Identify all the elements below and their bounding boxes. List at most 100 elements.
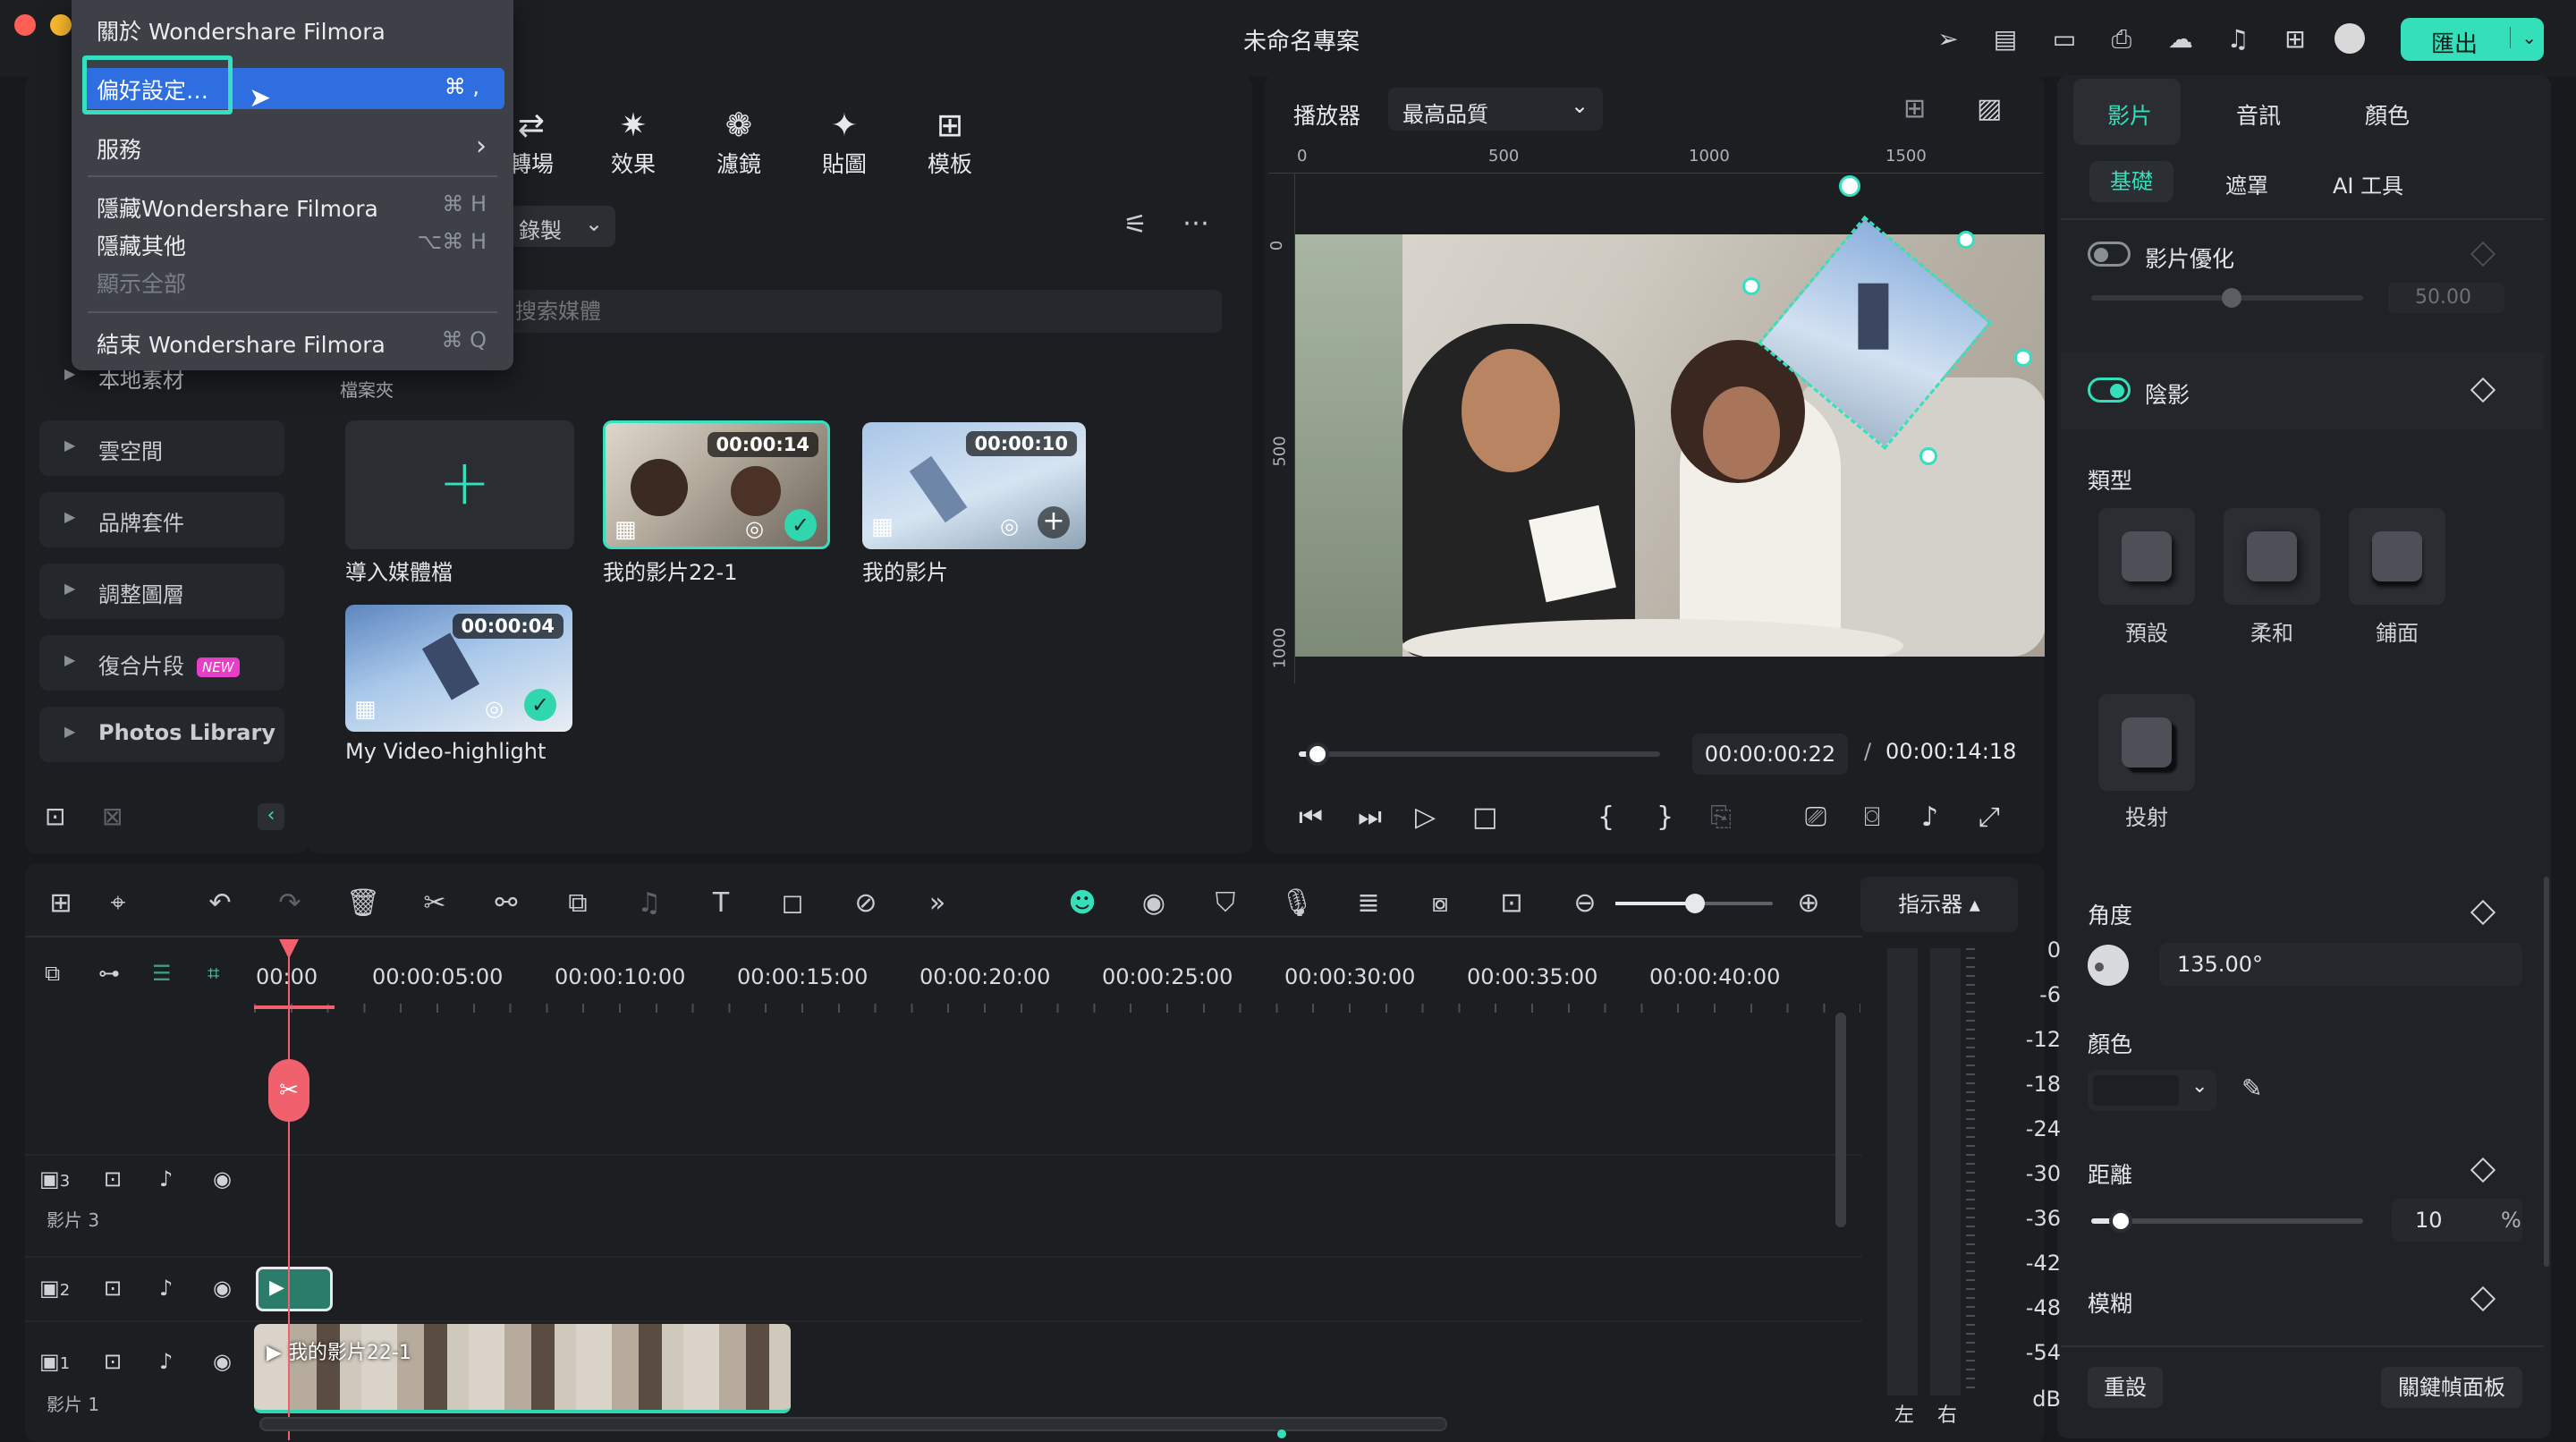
current-time-field[interactable]: 00:00:00:22 — [1692, 734, 1848, 775]
subtab-ai-tools[interactable]: AI 工具 — [2333, 168, 2403, 199]
select-tool-icon[interactable]: ⌖ — [98, 884, 138, 923]
lock-icon[interactable]: ⊡ — [104, 1166, 122, 1192]
shadow-type-default[interactable] — [2098, 508, 2195, 605]
send-icon[interactable]: ➢ — [1930, 21, 1966, 57]
reset-button[interactable]: 重設 — [2088, 1367, 2163, 1408]
detach-icon[interactable]: ⚯ — [487, 884, 526, 923]
angle-field[interactable]: 135.00° — [2159, 943, 2522, 986]
resize-handle[interactable] — [1919, 447, 1937, 465]
resize-handle[interactable] — [1742, 277, 1760, 295]
avatar[interactable] — [2334, 23, 2365, 54]
fullscreen-icon[interactable]: ⤢ — [1979, 802, 2000, 833]
sidebar-item-brand-kit[interactable]: ▶ 品牌套件 — [39, 492, 284, 547]
import-media-tile[interactable]: + — [345, 420, 574, 549]
marker-icon[interactable]: ⛉ — [1206, 884, 1245, 923]
mark-in-icon[interactable]: { — [1597, 802, 1614, 833]
tab-video[interactable]: 影片 — [2107, 98, 2152, 131]
shape-icon[interactable]: ◻ — [773, 884, 812, 923]
sidebar-item-compound-clip[interactable]: ▶ 復合片段 NEW — [39, 635, 284, 691]
subtab-mask[interactable]: 遮罩 — [2225, 168, 2268, 199]
quality-dropdown[interactable]: 最高品質 ⌄ — [1388, 88, 1603, 131]
new-folder-icon[interactable]: ⊡ — [45, 802, 65, 831]
minimize-window-button[interactable] — [50, 14, 72, 36]
undo-icon[interactable]: ↶ — [200, 884, 240, 923]
delete-icon[interactable]: 🗑 — [343, 884, 383, 923]
tab-stickers[interactable]: ✦ 貼圖 — [800, 106, 889, 179]
record-dropdown[interactable]: 錄製 ⌄ — [510, 206, 615, 247]
tab-effects[interactable]: ✷ 效果 — [589, 106, 678, 179]
mute-icon[interactable]: ♪ — [159, 1276, 173, 1301]
menu-item-hide-others[interactable]: 隱藏其他 — [97, 229, 186, 261]
tab-filters[interactable]: ❁ 濾鏡 — [694, 106, 784, 179]
mask-edit-icon[interactable]: ⊘ — [846, 884, 886, 923]
layout-icon[interactable]: ▭ — [2046, 21, 2082, 57]
video-enhance-toggle[interactable] — [2088, 242, 2131, 267]
step-forward-icon[interactable]: ⏭ — [1358, 802, 1382, 833]
playhead[interactable] — [288, 939, 290, 1440]
distance-slider[interactable] — [2091, 1209, 2363, 1233]
shadow-type-soft[interactable] — [2224, 508, 2320, 605]
step-back-icon[interactable]: ⏮ — [1299, 802, 1323, 833]
zoom-in-icon[interactable]: ⊕ — [1789, 884, 1828, 923]
track-manager-icon[interactable]: ☰ — [152, 961, 172, 986]
more-tools-icon[interactable]: » — [918, 884, 957, 923]
mute-icon[interactable]: ♪ — [159, 1349, 173, 1374]
snapshot-icon[interactable]: ⌼ — [1864, 802, 1880, 833]
resize-handle[interactable] — [1957, 231, 1975, 249]
horizontal-scrollbar[interactable] — [259, 1417, 1447, 1431]
tab-templates[interactable]: ⊞ 模板 — [905, 106, 995, 179]
media-search-input[interactable] — [501, 290, 1222, 333]
overlay-timeline-clip[interactable]: ▶ — [256, 1267, 333, 1311]
sidebar-item-cloud[interactable]: ▶ 雲空間 — [39, 420, 284, 476]
menu-item-services[interactable]: 服務 — [97, 132, 141, 165]
chevron-down-icon[interactable]: ⌄ — [2510, 27, 2537, 48]
more-options-icon[interactable]: ⋯ — [1182, 208, 1209, 239]
media-clip-thumbnail[interactable]: 00:00:10 ▦ ◎ + — [862, 422, 1086, 549]
sidebar-item-adjustment-layer[interactable]: ▶ 調整圖層 — [39, 564, 284, 619]
layout-grid-icon[interactable]: ⊞ — [41, 884, 80, 923]
grid-view-icon[interactable]: ⊞ — [1903, 93, 1926, 124]
subtab-basic[interactable]: 基礎 — [2089, 161, 2174, 202]
scrubber-handle[interactable] — [1306, 742, 1330, 766]
shadow-toggle[interactable] — [2088, 377, 2131, 403]
display-icon[interactable]: ⎚ — [1805, 802, 1826, 833]
zoom-out-icon[interactable]: ⊖ — [1565, 884, 1605, 923]
eye-icon[interactable]: ◉ — [213, 1276, 232, 1301]
tab-color[interactable]: 顏色 — [2365, 98, 2410, 131]
volume-icon[interactable]: ♪ — [1921, 802, 1938, 833]
fit-icon[interactable]: ⊡ — [1492, 884, 1531, 923]
media-clip-thumbnail[interactable]: 00:00:14 ▦ ◎ ✓ — [603, 420, 830, 549]
audio-mixer-icon[interactable]: ≣ — [1349, 884, 1388, 923]
panel-scrollbar[interactable] — [2544, 877, 2549, 1267]
link-icon[interactable]: ⊶ — [98, 961, 120, 986]
headset-icon[interactable]: ♫ — [2220, 21, 2256, 57]
eye-icon[interactable]: ◉ — [213, 1349, 232, 1374]
angle-dial[interactable] — [2088, 945, 2129, 986]
save-icon[interactable]: ⎙ — [2104, 21, 2140, 57]
collapse-sidebar-button[interactable]: ‹ — [258, 803, 284, 830]
shadow-type-tiled[interactable] — [2349, 508, 2445, 605]
project-icon[interactable]: ▤ — [1987, 21, 2023, 57]
keyframe-panel-button[interactable]: 關鍵幀面板 — [2381, 1367, 2522, 1408]
cloud-upload-icon[interactable]: ☁ — [2163, 21, 2199, 57]
add-to-timeline-button[interactable]: + — [1038, 506, 1070, 539]
resize-handle[interactable] — [2014, 349, 2032, 367]
microphone-icon[interactable]: 🎙 — [1277, 884, 1317, 923]
crop-icon[interactable]: ⧉ — [558, 884, 597, 923]
mute-icon[interactable]: ♪ — [159, 1166, 173, 1192]
close-window-button[interactable] — [14, 14, 36, 36]
cut-icon[interactable]: ✂ — [415, 884, 454, 923]
stop-icon[interactable]: □ — [1472, 802, 1497, 833]
filter-sort-icon[interactable]: ⚟ — [1123, 209, 1148, 241]
sidebar-item-photos-library[interactable]: ▶ Photos Library — [39, 707, 284, 762]
distance-field[interactable]: 10 % — [2392, 1199, 2522, 1242]
indicator-dropdown[interactable]: 指示器 ▴ — [1860, 877, 2018, 932]
zoom-slider[interactable] — [1615, 894, 1773, 913]
auto-reframe-icon[interactable]: ⧇ — [1420, 884, 1460, 923]
lock-icon[interactable]: ⊡ — [104, 1276, 122, 1301]
color-picker-dropdown[interactable]: ⌄ — [2088, 1070, 2216, 1111]
vertical-scrollbar[interactable] — [1835, 1013, 1846, 1227]
eye-icon[interactable]: ◉ — [213, 1166, 232, 1192]
rotate-handle[interactable] — [1839, 175, 1860, 197]
add-track-icon[interactable]: ⧉ — [45, 961, 60, 986]
